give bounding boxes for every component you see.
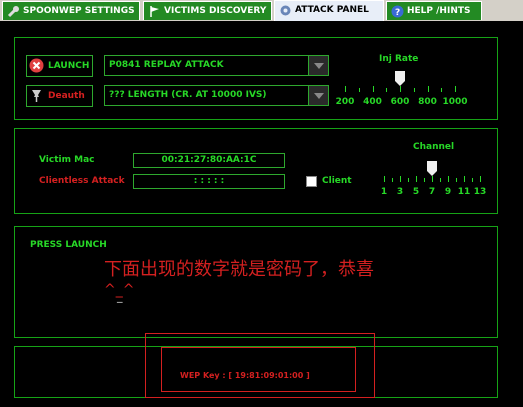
channel-tick (416, 176, 417, 182)
clientless-attack-label: Clientless Attack (39, 176, 125, 186)
channel-tick (472, 178, 473, 182)
channel-label: 1 (380, 187, 388, 197)
wep-key-text: WEP Key : [ 19:81:09:01:00 ] (180, 371, 310, 380)
press-launch-text: PRESS LAUNCH (30, 240, 107, 250)
channel-label: 9 (444, 187, 452, 197)
inj-rate-slider[interactable]: 200 400 600 800 1000 (335, 66, 470, 112)
channel-tick (384, 176, 385, 182)
tab-help-hints[interactable]: ? HELP /HINTS (386, 1, 482, 20)
inj-rate-tick (413, 88, 415, 92)
channel-tick (432, 176, 433, 182)
attack-mode-select[interactable]: P0841 REPLAY ATTACK (104, 55, 329, 76)
channel-thumb[interactable] (427, 161, 437, 176)
channel-tick (400, 176, 401, 182)
tab-attack-panel[interactable]: ATTACK PANEL (274, 0, 384, 21)
channel-tick (408, 178, 409, 182)
deauth-button[interactable]: Deauth (26, 85, 93, 107)
inj-rate-title: Inj Rate (379, 54, 419, 64)
channel-tick (480, 176, 481, 182)
inj-rate-tick (386, 88, 388, 92)
inj-rate-tick (345, 86, 346, 92)
inj-rate-label: 1000 (442, 97, 468, 107)
iv-length-select[interactable]: ??? LENGTH (CR. AT 10000 IVS) (104, 85, 329, 106)
iv-length-value: ??? LENGTH (CR. AT 10000 IVS) (109, 90, 267, 100)
inj-rate-label: 600 (390, 97, 410, 107)
client-label: Client (322, 176, 352, 186)
help-icon: ? (391, 5, 404, 18)
tab-spoonwep-settings[interactable]: SPOONWEP SETTINGS (2, 1, 140, 20)
status-message-line2: ^_^ (104, 282, 135, 298)
channel-tick (392, 178, 393, 182)
channel-label: 11 (457, 187, 471, 197)
channel-label: 3 (396, 187, 404, 197)
victim-mac-label: Victim Mac (39, 155, 95, 165)
channel-label: 7 (428, 187, 436, 197)
chevron-down-icon[interactable] (308, 86, 328, 105)
tab-bar: SPOONWEP SETTINGS VICTIMS DISCOVERY ATTA… (0, 0, 523, 21)
chevron-down-icon[interactable] (308, 56, 328, 75)
tab-label: HELP /HINTS (407, 6, 471, 16)
inj-rate-thumb[interactable] (395, 71, 405, 86)
channel-tick (440, 178, 441, 182)
status-message-line1: 下面出现的数字就是密码了，恭喜 (104, 259, 374, 280)
channel-tick (456, 178, 457, 182)
inj-rate-tick (358, 88, 360, 92)
wrench-icon (7, 6, 19, 18)
launch-label: LAUNCH (48, 61, 90, 71)
channel-tick (448, 176, 449, 182)
svg-text:?: ? (395, 8, 400, 18)
channel-tick (424, 178, 425, 182)
status-message: 下面出现的数字就是密码了，恭喜 ^_^ (104, 256, 374, 298)
inj-rate-tick (441, 88, 443, 92)
inj-rate-tick (427, 86, 429, 92)
inj-rate-tick (400, 86, 401, 92)
inj-rate-tick (455, 86, 456, 92)
channel-label: 5 (412, 187, 420, 197)
pin-icon (32, 90, 41, 102)
channel-title: Channel (413, 142, 455, 152)
cursor-mark: _ (117, 290, 123, 303)
inj-rate-tick (372, 86, 374, 92)
attack-mode-value: P0841 REPLAY ATTACK (109, 60, 224, 70)
victim-mac-field[interactable]: 00:21:27:80:AA:1C (133, 153, 285, 168)
launch-button[interactable]: LAUNCH (26, 55, 93, 77)
channel-slider[interactable]: 1 3 5 7 9 11 13 (374, 156, 489, 202)
tab-flag-icon (150, 6, 159, 17)
tab-label: ATTACK PANEL (295, 5, 369, 15)
inj-rate-label: 400 (363, 97, 382, 107)
client-checkbox[interactable] (306, 176, 317, 187)
channel-tick (464, 176, 465, 182)
tab-label: VICTIMS DISCOVERY (164, 6, 267, 16)
deauth-label: Deauth (48, 91, 85, 101)
inj-rate-label: 800 (418, 97, 437, 107)
channel-label: 13 (473, 187, 487, 197)
inj-rate-label: 200 (335, 97, 355, 107)
gear-icon (280, 5, 291, 16)
tab-victims-discovery[interactable]: VICTIMS DISCOVERY (143, 1, 272, 20)
highlight-box-inner (161, 347, 356, 392)
clientless-field[interactable]: : : : : : (133, 174, 285, 189)
tab-label: SPOONWEP SETTINGS (23, 6, 135, 16)
stop-icon (29, 58, 44, 73)
